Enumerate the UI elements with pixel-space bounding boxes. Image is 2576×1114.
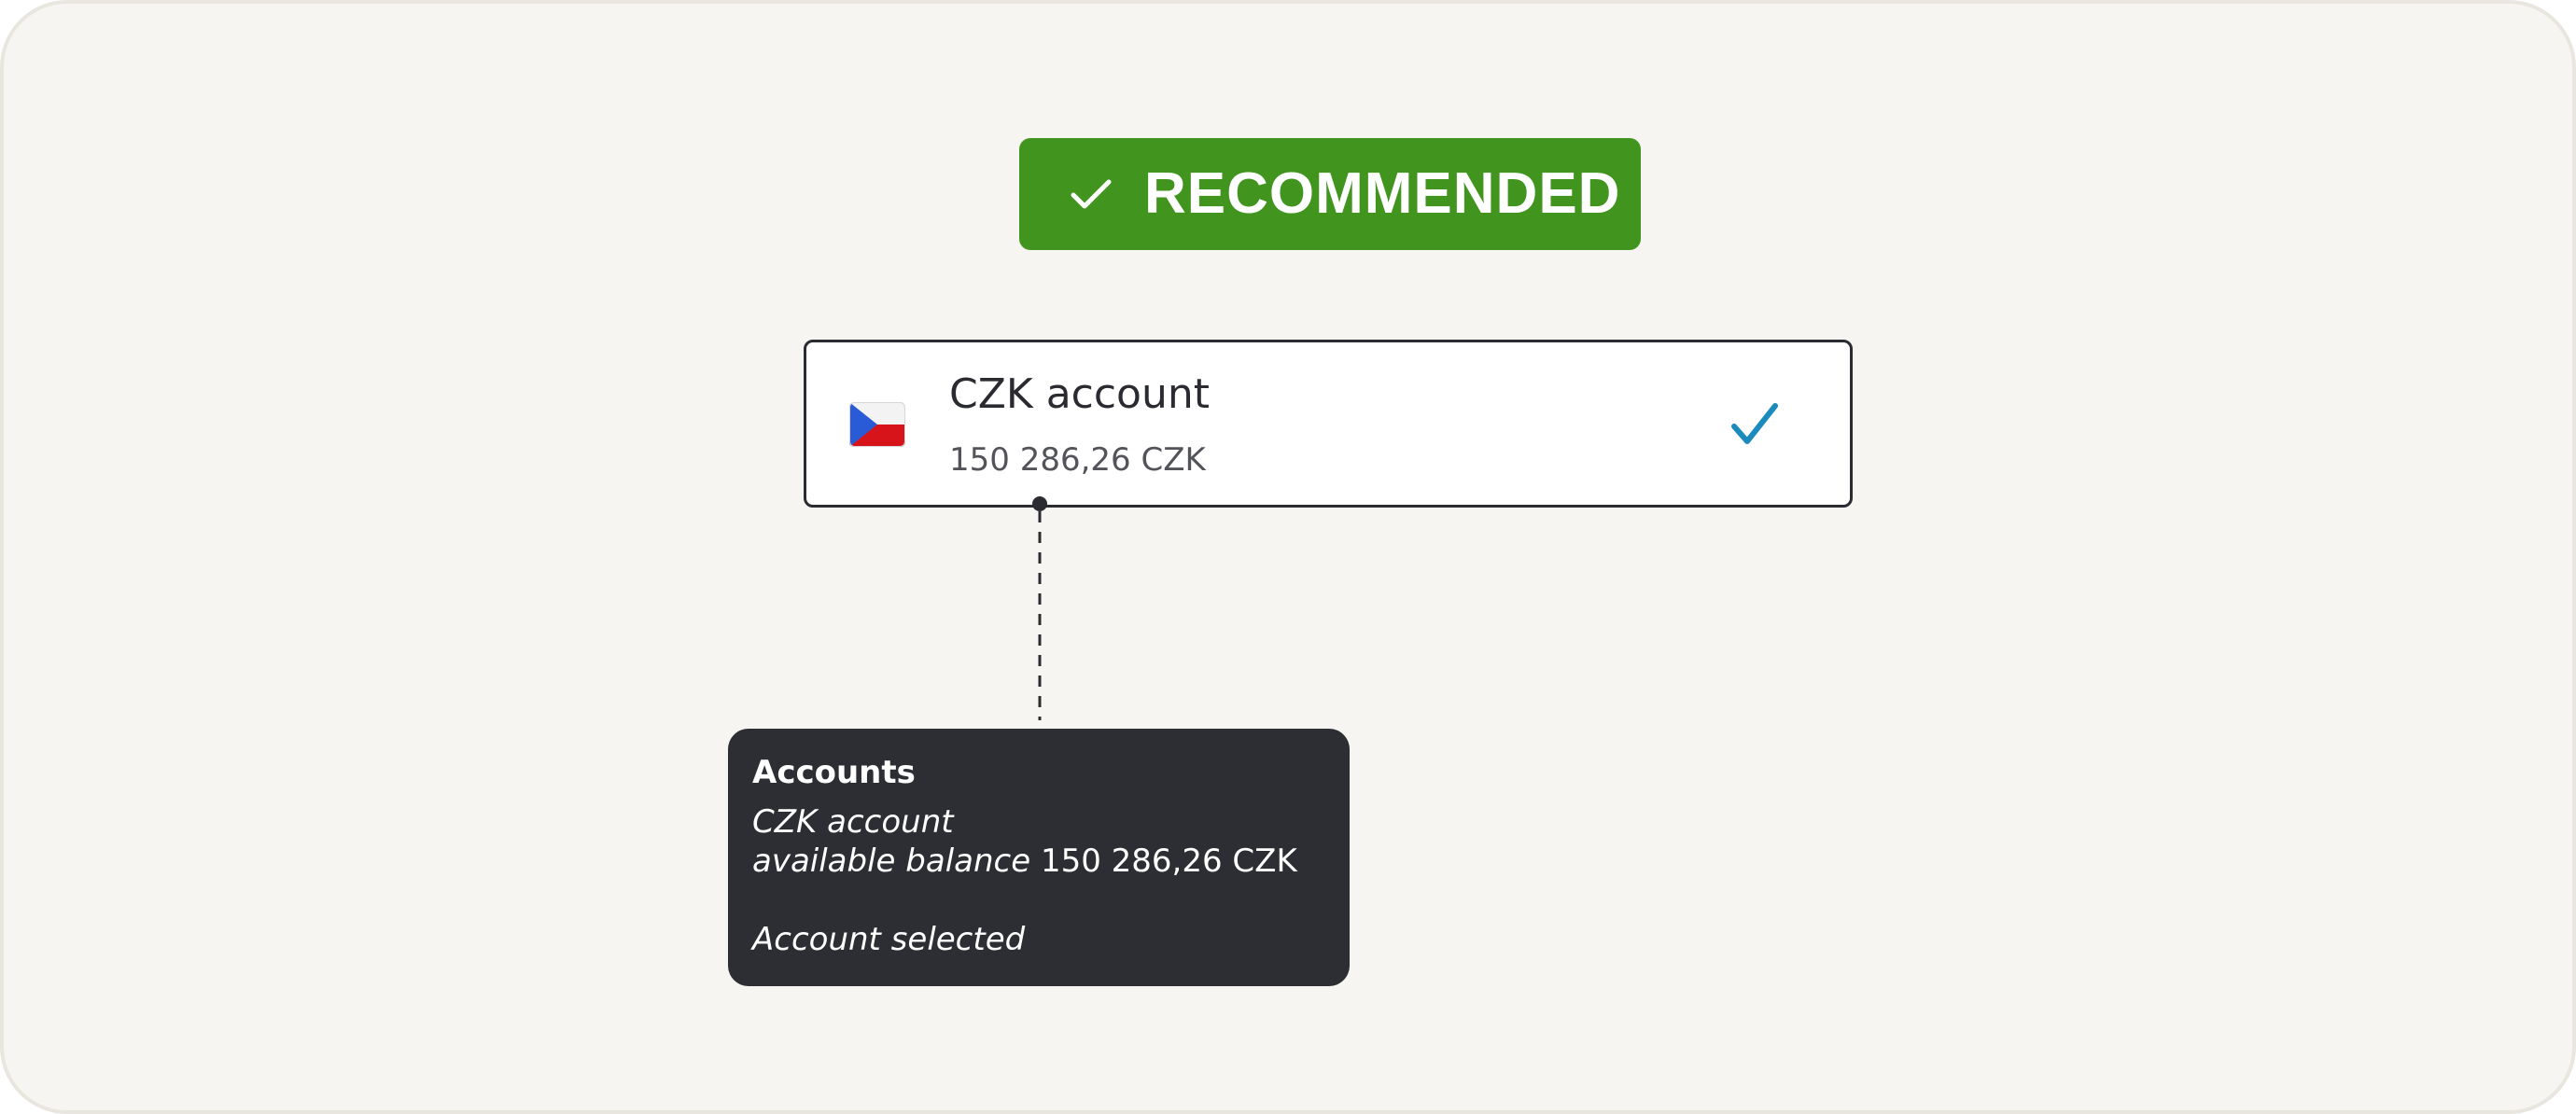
annotation-title: Accounts — [752, 754, 916, 791]
accessibility-annotation: Accounts CZK account available balance 1… — [728, 729, 1350, 986]
recommended-label: RECOMMENDED — [1144, 161, 1621, 226]
annotation-account-name: CZK account — [752, 802, 954, 841]
czech-flag-icon — [849, 402, 905, 447]
czk-account-option[interactable]: CZK account 150 286,26 CZK — [804, 340, 1853, 508]
annotation-connector — [1032, 496, 1047, 720]
account-name: CZK account — [949, 370, 1210, 418]
recommended-badge: RECOMMENDED — [1019, 138, 1641, 250]
check-icon — [1071, 179, 1112, 209]
screen-canvas: RECOMMENDED CZK account 150 286,26 CZK A… — [0, 0, 2576, 1114]
account-balance: 150 286,26 CZK — [949, 441, 1206, 479]
annotation-balance: available balance 150 286,26 CZK — [752, 842, 1297, 880]
annotation-status: Account selected — [752, 920, 1026, 958]
checkmark-icon — [1731, 403, 1778, 444]
